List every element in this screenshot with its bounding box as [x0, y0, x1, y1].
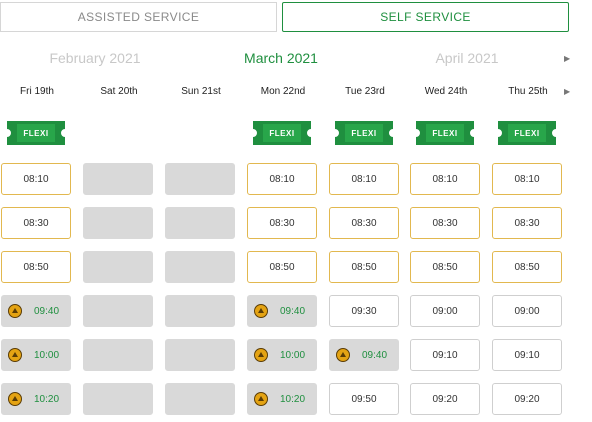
time-slot[interactable]: 09:10	[492, 339, 562, 371]
time-slot[interactable]: 08:30	[247, 207, 317, 239]
time-slot[interactable]: 09:20	[492, 383, 562, 415]
day-label: Fri 19th	[20, 86, 54, 97]
time-slot[interactable]: 09:30	[329, 295, 399, 327]
next-days-arrow-icon[interactable]: ▶	[564, 87, 570, 96]
priority-time-slot[interactable]: 10:00	[247, 339, 317, 371]
unavailable-slot	[165, 339, 235, 371]
flexi-ticket-icon[interactable]: FLEXI	[498, 121, 556, 145]
tab-assisted-service[interactable]: ASSISTED SERVICE	[0, 2, 277, 32]
priority-arrow-icon	[254, 392, 268, 406]
unavailable-slot	[165, 207, 235, 239]
flexi-label: FLEXI	[351, 128, 377, 138]
priority-time-slot[interactable]: 09:40	[247, 295, 317, 327]
unavailable-slot	[83, 163, 153, 195]
slot-time: 10:00	[280, 349, 306, 361]
time-slot[interactable]: 08:30	[329, 207, 399, 239]
unavailable-slot	[83, 207, 153, 239]
month-current: March 2021	[244, 50, 318, 66]
priority-time-slot[interactable]: 09:40	[329, 339, 399, 371]
month-next[interactable]: April 2021	[412, 50, 522, 66]
time-slot[interactable]: 08:10	[247, 163, 317, 195]
unavailable-slot	[165, 251, 235, 283]
flexi-ticket-icon[interactable]: FLEXI	[7, 121, 65, 145]
time-slot[interactable]: 09:10	[410, 339, 480, 371]
day-label: Sun 21st	[181, 86, 221, 97]
time-slot[interactable]: 08:50	[410, 251, 480, 283]
unavailable-slot	[165, 163, 235, 195]
unavailable-slot	[165, 383, 235, 415]
time-slot[interactable]: 09:00	[492, 295, 562, 327]
day-label: Tue 23rd	[345, 86, 385, 97]
flexi-ticket-icon[interactable]: FLEXI	[253, 121, 311, 145]
tab-self-service[interactable]: SELF SERVICE	[282, 2, 569, 32]
flexi-label: FLEXI	[514, 128, 540, 138]
flexi-ticket-icon[interactable]: FLEXI	[416, 121, 474, 145]
time-slot[interactable]: 08:10	[329, 163, 399, 195]
time-slot[interactable]: 08:50	[492, 251, 562, 283]
time-slot[interactable]: 08:10	[492, 163, 562, 195]
flexi-ticket-icon[interactable]: FLEXI	[335, 121, 393, 145]
month-prev[interactable]: February 2021	[40, 50, 150, 66]
time-slot[interactable]: 08:10	[410, 163, 480, 195]
priority-time-slot[interactable]: 10:20	[1, 383, 71, 415]
priority-arrow-icon	[254, 304, 268, 318]
day-label: Mon 22nd	[260, 86, 306, 97]
day-label: Sat 20th	[100, 86, 138, 97]
time-slot[interactable]: 09:20	[410, 383, 480, 415]
priority-arrow-icon	[336, 348, 350, 362]
priority-time-slot[interactable]: 09:40	[1, 295, 71, 327]
time-slot[interactable]: 08:30	[492, 207, 562, 239]
unavailable-slot	[83, 339, 153, 371]
slot-time: 09:40	[280, 305, 306, 317]
priority-arrow-icon	[8, 348, 22, 362]
next-month-arrow-icon[interactable]: ▶	[564, 54, 570, 63]
unavailable-slot	[83, 295, 153, 327]
flexi-label: FLEXI	[432, 128, 458, 138]
priority-time-slot[interactable]: 10:20	[247, 383, 317, 415]
time-slot[interactable]: 08:50	[329, 251, 399, 283]
priority-time-slot[interactable]: 10:00	[1, 339, 71, 371]
priority-arrow-icon	[254, 348, 268, 362]
slot-time: 10:20	[280, 393, 306, 405]
time-slot[interactable]: 09:50	[329, 383, 399, 415]
slot-time: 10:00	[34, 349, 60, 361]
time-slot[interactable]: 08:10	[1, 163, 71, 195]
time-slot[interactable]: 08:30	[1, 207, 71, 239]
flexi-label: FLEXI	[23, 128, 49, 138]
day-label: Thu 25th	[508, 86, 548, 97]
unavailable-slot	[83, 251, 153, 283]
priority-arrow-icon	[8, 392, 22, 406]
unavailable-slot	[165, 295, 235, 327]
unavailable-slot	[83, 383, 153, 415]
day-label: Wed 24th	[424, 86, 468, 97]
flexi-label: FLEXI	[269, 128, 295, 138]
slot-time: 09:40	[34, 305, 60, 317]
priority-arrow-icon	[8, 304, 22, 318]
slot-time: 09:40	[362, 349, 388, 361]
time-slot[interactable]: 08:50	[247, 251, 317, 283]
time-slot[interactable]: 09:00	[410, 295, 480, 327]
slot-time: 10:20	[34, 393, 60, 405]
time-slot[interactable]: 08:50	[1, 251, 71, 283]
time-slot[interactable]: 08:30	[410, 207, 480, 239]
